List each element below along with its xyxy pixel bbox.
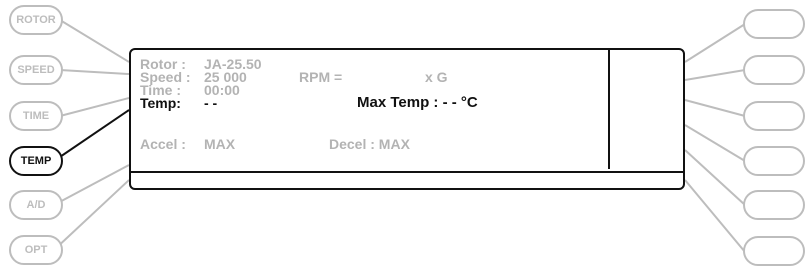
temp-button[interactable]: TEMP — [9, 146, 63, 176]
temp-value: - - — [204, 95, 218, 111]
temp-button-label: TEMP — [20, 155, 52, 167]
display-screen: Rotor : JA-25.50 Speed : 25 000 RPM = x … — [129, 48, 685, 190]
xg-label: x G — [425, 69, 448, 85]
soft-key-3[interactable] — [743, 101, 805, 131]
opt-button[interactable]: OPT — [9, 235, 63, 265]
rpm-label: RPM = — [299, 69, 343, 85]
rotor-button-label: ROTOR — [16, 14, 56, 26]
display-divider-vertical — [608, 50, 610, 169]
display-divider-horizontal — [131, 171, 683, 173]
soft-key-1[interactable] — [743, 9, 805, 39]
soft-key-6[interactable] — [743, 236, 805, 266]
time-button-label: TIME — [22, 110, 50, 122]
temp-label: Temp: — [140, 95, 181, 111]
decel-readout: Decel : MAX — [329, 136, 410, 152]
ad-button[interactable]: A/D — [9, 190, 63, 220]
rotor-button[interactable]: ROTOR — [9, 5, 63, 35]
accel-value: MAX — [204, 136, 236, 152]
max-temp-readout: Max Temp : - - °C — [357, 94, 478, 111]
speed-button[interactable]: SPEED — [9, 55, 63, 85]
speed-button-label: SPEED — [17, 64, 55, 76]
accel-label: Accel : — [140, 136, 186, 152]
ad-button-label: A/D — [26, 199, 46, 211]
opt-button-label: OPT — [24, 244, 48, 256]
soft-key-5[interactable] — [743, 190, 805, 220]
time-button[interactable]: TIME — [9, 101, 63, 131]
soft-key-4[interactable] — [743, 146, 805, 176]
soft-key-2[interactable] — [743, 55, 805, 85]
